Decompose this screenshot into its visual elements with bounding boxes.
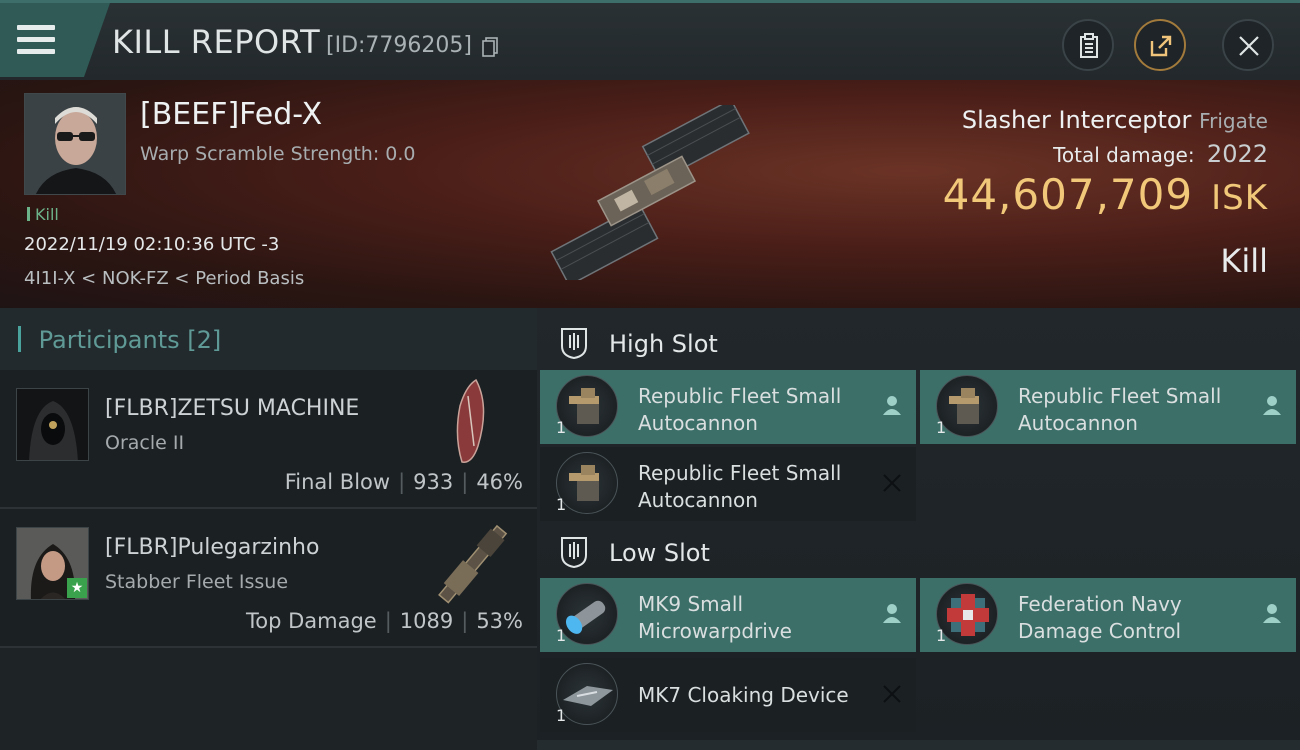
module-item[interactable]: 1 Republic Fleet Small Autocannon: [920, 370, 1296, 444]
participants-header: Participants [2]: [0, 308, 537, 370]
participant-name[interactable]: [FLBR]ZETSU MACHINE: [105, 396, 359, 421]
share-icon: [1150, 35, 1172, 57]
clipboard-icon: [1080, 33, 1098, 58]
copy-icon[interactable]: [482, 37, 498, 57]
participant-avatar[interactable]: ★: [16, 527, 89, 600]
kill-location[interactable]: 4I1I-X < NOK-FZ < Period Basis: [24, 268, 304, 289]
warp-scramble-strength: Warp Scramble Strength: 0.0: [140, 143, 416, 165]
ship-class: Frigate: [1199, 109, 1268, 133]
hooded-pilot-portrait: [17, 389, 88, 460]
destroyed-x-icon: [882, 471, 902, 499]
kill-id: [ID:7796205]: [326, 33, 472, 58]
module-quantity: 1: [556, 495, 567, 514]
oracle-ship-icon[interactable]: [438, 376, 498, 468]
participant-name[interactable]: [FLBR]Pulegarzinho: [105, 535, 319, 560]
destroyed-x-icon: [882, 682, 902, 710]
kill-datetime: 2022/11/19 02:10:36 UTC -3: [24, 234, 280, 255]
participants-panel: Participants [2] [FLBR]ZETSU MACHINE Ora…: [0, 308, 537, 750]
module-name: Republic Fleet Small Autocannon: [638, 461, 842, 512]
isk-value: 44,607,709 ISK: [943, 170, 1268, 219]
high-slot-title: High Slot: [609, 330, 718, 358]
menu-tab[interactable]: [0, 3, 110, 77]
module-item[interactable]: 1 Republic Fleet Small Autocannon: [540, 447, 916, 521]
participants-label: Participants: [38, 326, 180, 354]
clipboard-button[interactable]: [1062, 19, 1114, 71]
module-quantity: 1: [936, 418, 947, 437]
participant-stats: Final Blow | 933 | 46%: [284, 470, 523, 494]
hamburger-menu-icon[interactable]: [17, 25, 55, 55]
module-name: Republic Fleet Small Autocannon: [638, 384, 842, 435]
total-damage-value: 2022: [1206, 140, 1268, 168]
pilot-icon: [1262, 602, 1282, 630]
pilot-portrait-image: [25, 94, 125, 194]
module-quantity: 1: [556, 706, 567, 725]
participant-damage: 933: [413, 470, 454, 494]
victim-ship-image[interactable]: [515, 105, 780, 280]
pilot-icon: [1262, 394, 1282, 422]
participant-row[interactable]: ★ [FLBR]Pulegarzinho Stabber Fleet Issue…: [0, 509, 537, 648]
module-name: MK9 Small Microwarpdrive: [638, 592, 792, 643]
kill-tag: Kill: [27, 205, 59, 224]
module-item[interactable]: 1 MK7 Cloaking Device: [540, 658, 916, 732]
next-slot-section-edge: [537, 740, 1300, 750]
participants-count: [2]: [187, 326, 222, 354]
participant-percent: 46%: [476, 470, 523, 494]
high-slot-icon: [561, 328, 587, 360]
module-quantity: 1: [556, 626, 567, 645]
low-slot-icon: [561, 537, 587, 569]
close-button[interactable]: [1222, 19, 1274, 71]
participant-row[interactable]: [FLBR]ZETSU MACHINE Oracle II Final Blow…: [0, 370, 537, 509]
module-item[interactable]: 1 Federation Navy Damage Control: [920, 578, 1296, 652]
low-slot-title: Low Slot: [609, 539, 710, 567]
pilot-icon: [882, 602, 902, 630]
kill-result: Kill: [1220, 242, 1268, 280]
victim-name[interactable]: [BEEF]Fed-X: [140, 97, 322, 132]
close-icon: [1239, 36, 1259, 56]
participant-percent: 53%: [476, 609, 523, 633]
participant-ship: Stabber Fleet Issue: [105, 571, 289, 593]
victim-ship-type[interactable]: Slasher Interceptor Frigate: [962, 106, 1268, 134]
participant-damage: 1089: [399, 609, 454, 633]
participant-avatar[interactable]: [16, 388, 89, 461]
participant-role: Final Blow: [284, 470, 391, 494]
module-name: MK7 Cloaking Device: [638, 683, 849, 707]
module-name: Republic Fleet Small Autocannon: [1018, 384, 1222, 435]
isk-amount: 44,607,709: [942, 170, 1194, 219]
header-bar: KILL REPORT [ID:7796205]: [0, 0, 1300, 80]
module-quantity: 1: [556, 418, 567, 437]
module-name: Federation Navy Damage Control: [1018, 592, 1182, 643]
participant-stats: Top Damage | 1089 | 53%: [245, 609, 523, 633]
share-button[interactable]: [1134, 19, 1186, 71]
high-slot-header: High Slot: [537, 312, 1300, 372]
total-damage: Total damage: 2022: [1053, 140, 1268, 168]
page-title: KILL REPORT: [112, 23, 321, 61]
low-slot-header: Low Slot: [537, 521, 1300, 581]
participant-ship: Oracle II: [105, 432, 185, 454]
victim-banner: [BEEF]Fed-X Warp Scramble Strength: 0.0 …: [0, 80, 1300, 308]
isk-unit: ISK: [1211, 178, 1268, 218]
star-badge-icon: ★: [67, 578, 87, 598]
module-item[interactable]: 1 MK9 Small Microwarpdrive: [540, 578, 916, 652]
participant-role: Top Damage: [245, 609, 377, 633]
fitting-panel: High Slot 1 Republic Fleet Small Autocan…: [537, 308, 1300, 750]
pilot-icon: [882, 394, 902, 422]
victim-portrait[interactable]: [24, 93, 126, 195]
module-item[interactable]: 1 Republic Fleet Small Autocannon: [540, 370, 916, 444]
ship-name: Slasher Interceptor: [961, 106, 1192, 134]
stabber-ship-icon[interactable]: [420, 515, 525, 615]
total-damage-label: Total damage:: [1053, 143, 1195, 167]
module-quantity: 1: [936, 626, 947, 645]
